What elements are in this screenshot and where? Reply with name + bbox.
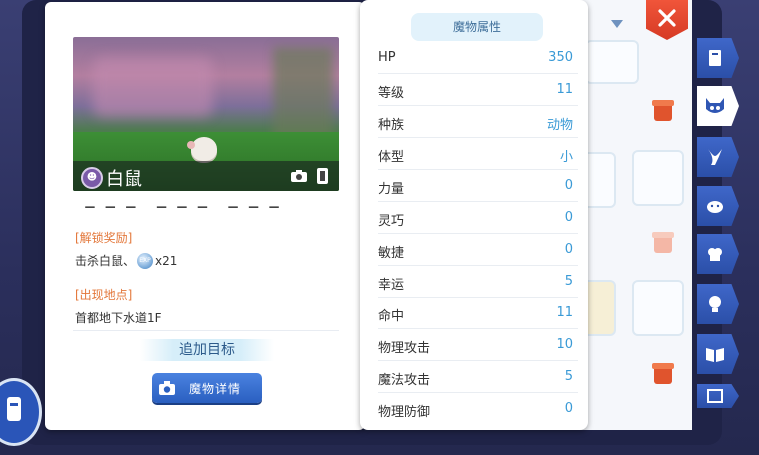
truncated-description: ▁▂▁▂▁▂▁▁▂▁▂▁▂▁▁▂▁▂▁▂▁	[75, 196, 290, 208]
chef-hat-icon	[708, 248, 722, 261]
attributes-header: 魔物属性	[411, 13, 543, 41]
monster-name: 白鼠	[106, 169, 142, 190]
reward-text: 击杀白鼠、	[75, 254, 136, 268]
attribute-row-level: 等级 11	[378, 74, 578, 106]
background-slot	[585, 40, 639, 84]
horn-icon	[708, 149, 722, 165]
attribute-value: 5	[564, 274, 573, 289]
attribute-label: 体型	[378, 150, 405, 165]
attribute-value: 0	[564, 210, 573, 225]
attribute-value: 小	[559, 150, 573, 165]
background-slot	[632, 150, 684, 206]
menu-icon	[7, 397, 21, 421]
attribute-value: 350	[548, 50, 573, 65]
attribute-label: 幸运	[378, 278, 405, 293]
card-icon[interactable]	[317, 168, 328, 184]
attribute-row-patk: 物理攻击 10	[378, 329, 578, 361]
attribute-label: 灵巧	[378, 214, 405, 229]
attribute-value: 11	[556, 82, 573, 97]
background-slot	[632, 280, 684, 336]
attribute-label: 命中	[378, 309, 405, 324]
gift-box-icon	[652, 363, 674, 384]
attribute-label: 物理攻击	[378, 341, 431, 356]
location-title: [出现地点]	[75, 288, 133, 302]
attribute-label: HP	[378, 50, 396, 65]
trophy-head-icon	[709, 296, 721, 312]
tab-open-book[interactable]	[697, 334, 739, 374]
attribute-row-race: 种族 动物	[378, 106, 578, 138]
exp-icon: EXP	[137, 252, 154, 269]
tab-card-book[interactable]	[697, 38, 739, 78]
unlock-reward-title: [解锁奖励]	[75, 231, 133, 245]
attribute-row-matk: 魔法攻击 5	[378, 361, 578, 393]
reward-count: x21	[155, 253, 178, 268]
attribute-row-size: 体型 小	[378, 138, 578, 170]
gift-box-icon	[652, 232, 674, 253]
unlock-reward-line: 击杀白鼠、 EXP x21	[75, 252, 177, 269]
tab-frame[interactable]	[697, 384, 739, 408]
attribute-row-luk: 幸运 5	[378, 266, 578, 298]
camera-icon	[159, 381, 175, 395]
attribute-row-agi: 敏捷 0	[378, 234, 578, 266]
tab-achievement[interactable]	[697, 284, 739, 324]
attribute-value: 5	[564, 369, 573, 384]
attribute-label: 力量	[378, 182, 405, 197]
divider	[73, 330, 339, 331]
attribute-label: 物理防御	[378, 405, 431, 420]
tab-horn[interactable]	[697, 137, 739, 177]
race-badge-icon: ☻	[81, 167, 103, 189]
monster-face-icon	[706, 98, 724, 113]
camera-icon[interactable]	[291, 170, 307, 182]
attribute-value: 11	[556, 305, 573, 320]
attribute-row-str: 力量 0	[378, 170, 578, 202]
monster-details-label: 魔物详情	[189, 381, 242, 396]
monster-photo: ☻ 白鼠	[73, 37, 339, 191]
spawn-location: 首都地下水道1F	[75, 311, 162, 325]
attribute-value: 动物	[546, 118, 573, 133]
open-book-icon	[706, 348, 724, 362]
dropdown-arrow-icon[interactable]	[611, 20, 623, 28]
pet-icon	[707, 201, 723, 213]
tab-pet[interactable]	[697, 186, 739, 226]
attribute-label: 魔法攻击	[378, 373, 431, 388]
frame-icon	[707, 389, 723, 403]
card-book-icon	[709, 50, 721, 66]
close-icon	[658, 9, 676, 27]
attribute-label: 敏捷	[378, 246, 405, 261]
monster-details-button[interactable]: 魔物详情	[152, 373, 262, 403]
add-target-button[interactable]: 追加目标	[140, 339, 274, 361]
attribute-value: 0	[564, 178, 573, 193]
white-mouse-figure	[187, 137, 217, 161]
attribute-row-hp: HP 350	[378, 42, 578, 74]
attribute-value: 0	[564, 401, 573, 416]
attribute-label: 等级	[378, 86, 405, 101]
attribute-row-hit: 命中 11	[378, 297, 578, 329]
tab-chef[interactable]	[697, 234, 739, 274]
attribute-value: 0	[564, 242, 573, 257]
attribute-label: 种族	[378, 118, 405, 133]
photo-background-blur	[93, 57, 213, 117]
attribute-row-pdef: 物理防御 0	[378, 393, 578, 424]
gift-box-icon	[652, 100, 674, 121]
attribute-value: 10	[556, 337, 573, 352]
attribute-row-dex: 灵巧 0	[378, 202, 578, 234]
tab-monster[interactable]	[697, 86, 739, 126]
